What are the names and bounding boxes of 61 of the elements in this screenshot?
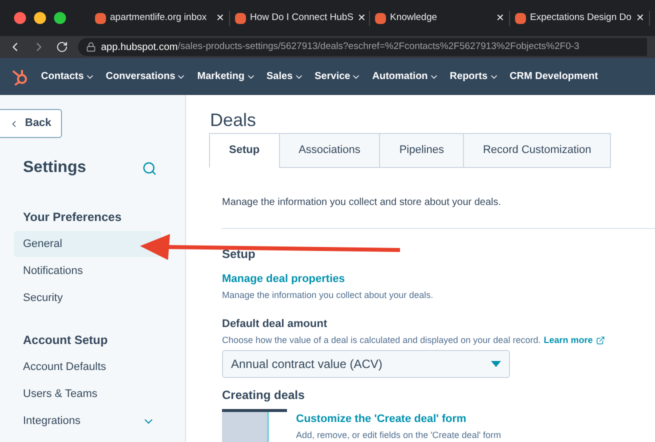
nav-menu-item[interactable]: Contacts xyxy=(41,69,95,84)
sidebar-item[interactable]: Account Defaults xyxy=(14,354,161,380)
amount-dropdown[interactable]: Annual contract value (ACV) xyxy=(222,350,510,378)
link-description: Add, remove, or edit fields on the 'Create deal' form xyxy=(296,428,502,442)
page-tab[interactable]: Pipelines xyxy=(379,133,464,168)
section-heading: Creating deals xyxy=(222,387,306,404)
manage-properties-link[interactable]: Manage deal properties xyxy=(222,271,655,288)
nav-menu-item[interactable]: Service xyxy=(314,69,362,84)
minimize-window-icon[interactable] xyxy=(34,12,46,24)
nav-menu-item[interactable]: Conversations xyxy=(106,69,186,84)
tab-close-icon[interactable]: ✕ xyxy=(496,10,504,26)
lock-icon xyxy=(86,42,96,52)
page-tab[interactable]: Setup xyxy=(209,133,280,168)
site-favicon-icon xyxy=(235,12,246,24)
nav-menu-item[interactable]: Marketing xyxy=(197,69,256,84)
tab-close-icon[interactable]: ✕ xyxy=(636,10,644,26)
section-heading: Setup xyxy=(222,246,256,263)
customize-form-link[interactable]: Customize the 'Create deal' form xyxy=(296,411,502,428)
nav-menu-item[interactable]: Reports xyxy=(450,69,499,84)
learn-more-link[interactable]: Learn more xyxy=(544,334,593,347)
dropdown-caret-icon xyxy=(491,361,501,367)
tab-title: apartmentlife.org inbox xyxy=(110,10,208,25)
search-icon[interactable] xyxy=(142,160,157,176)
link-description: Manage the information you collect about your deals. xyxy=(222,288,434,302)
close-window-icon[interactable] xyxy=(14,12,26,24)
tab-title: Knowledge xyxy=(390,10,438,25)
back-button[interactable]: Back xyxy=(0,109,62,138)
section-heading: Your Preferences xyxy=(22,209,122,226)
page-tab[interactable]: Record Customization xyxy=(462,133,612,168)
sidebar-item[interactable]: Integrations xyxy=(14,408,161,434)
page-tab[interactable]: Associations xyxy=(278,133,380,168)
browser-tab[interactable]: Knowledge ✕ xyxy=(370,10,510,26)
field-description: Choose how the value of a deal is calculated and displayed on your deal record. xyxy=(222,334,541,347)
intro-text: Manage the information you collect and store about your deals. xyxy=(222,196,502,210)
sidebar-item[interactable]: Security xyxy=(14,285,161,311)
page-title: Deals xyxy=(210,109,258,131)
tab-close-icon[interactable]: ✕ xyxy=(358,10,366,26)
maximize-window-icon[interactable] xyxy=(54,12,66,24)
site-favicon-icon xyxy=(95,12,106,24)
browser-tab[interactable]: How Do I Connect HubS ✕ xyxy=(230,10,370,26)
sidebar-item[interactable]: General xyxy=(14,231,161,257)
browser-tab[interactable]: apartmentlife.org inbox ✕ xyxy=(90,10,230,26)
sidebar-item[interactable]: Notifications xyxy=(14,258,161,284)
site-favicon-icon xyxy=(515,12,526,24)
sidebar-item[interactable]: Users & Teams xyxy=(14,381,161,407)
tab-title: How Do I Connect HubS xyxy=(250,10,354,25)
site-favicon-icon xyxy=(375,12,386,24)
section-heading: Account Setup xyxy=(22,332,109,349)
field-label: Default deal amount xyxy=(222,317,328,332)
nav-menu-item[interactable]: Automation xyxy=(372,69,439,84)
nav-menu-item[interactable]: Sales xyxy=(266,69,304,84)
url-host: app.hubspot.com xyxy=(101,40,178,54)
nav-menu-item[interactable]: CRM Development xyxy=(510,69,598,84)
external-link-icon xyxy=(596,336,605,345)
sidebar-title: Settings xyxy=(23,158,86,178)
reload-icon[interactable] xyxy=(56,41,68,53)
url-path: /sales-products-settings/5627913/deals?eschref=%2Fcontacts%2F5627913%2Fobjects%2F0-3 xyxy=(178,40,580,54)
browser-tab[interactable]: Expectations Design Do ✕ xyxy=(510,10,650,26)
tab-close-icon[interactable]: ✕ xyxy=(216,10,224,26)
tab-title: Expectations Design Do xyxy=(530,10,632,25)
url-field[interactable]: app.hubspot.com/sales-products-settings/5627913/deals?eschref=%2Fcontacts%2F5627913%2Fobjects%2F0-3 xyxy=(78,38,647,56)
